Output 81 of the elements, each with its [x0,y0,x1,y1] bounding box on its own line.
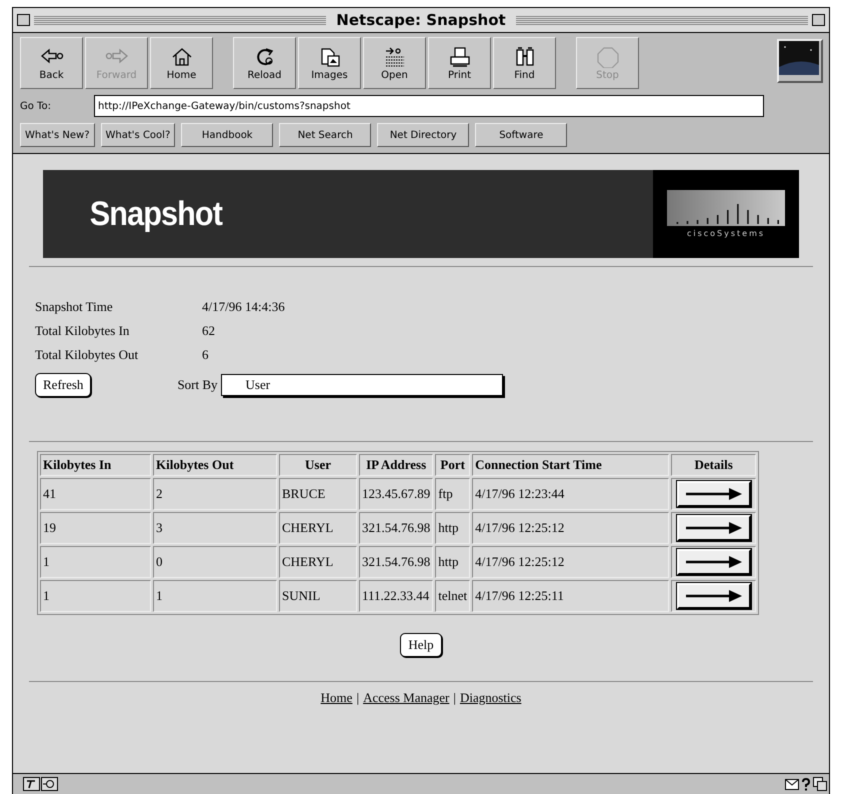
summary-label: Total Kilobytes Out [35,347,140,363]
footer-link[interactable]: Home [320,690,352,706]
help-button[interactable]: Help [400,633,442,657]
column-header: IP Address [359,454,434,476]
table-cell: http [435,546,470,578]
right-arrow-icon [684,521,743,535]
table-cell: 4/17/96 12:25:12 [472,512,670,544]
toolbar-button[interactable]: Home [150,37,213,89]
details-button[interactable] [676,583,751,609]
printer-icon [448,46,472,68]
table-cell: 123.45.67.89 [359,478,434,510]
security-icon [23,777,59,791]
column-header: Details [671,454,756,476]
table-cell: 321.54.76.98 [359,512,434,544]
directory-button[interactable]: Net Directory [377,123,470,147]
table-cell: CHERYL [279,546,357,578]
table-cell: 3 [153,512,277,544]
table-cell: SUNIL [279,580,357,612]
column-header: User [279,454,357,476]
column-header: Connection Start Time [472,454,670,476]
table-cell: 1 [153,580,277,612]
column-header: Kilobytes Out [153,454,277,476]
table-cell: telnet [435,580,470,612]
footer-link[interactable]: Diagnostics [460,690,522,706]
table-cell: 1 [40,546,151,578]
toolbar-button[interactable]: Find [493,37,556,89]
window-title: Netscape: Snapshot [335,11,507,29]
directory-button[interactable]: Handbook [181,123,274,147]
table-cell: 19 [40,512,151,544]
directory-button[interactable]: Software [475,123,568,147]
zoom-box[interactable] [812,14,825,26]
footer-link[interactable]: Access Manager [363,690,450,706]
address-field[interactable]: http://IPeXchange-Gateway/bin/customs?snapshot [94,95,764,117]
toolbar-button[interactable]: Images [298,37,361,89]
table-cell: 321.54.76.98 [359,546,434,578]
summary-value: 62 [202,323,216,339]
table-cell: 4/17/96 12:25:12 [472,546,670,578]
summary-label: Total Kilobytes In [35,323,130,339]
banner-title: Snapshot [88,194,222,234]
summary-value: 6 [202,347,210,363]
table-cell: CHERYL [279,512,357,544]
separator: | [453,690,456,706]
toolbar-button[interactable]: Open [363,37,426,89]
table-cell: 2 [153,478,277,510]
right-arrow-icon [684,555,743,569]
summary-value: 4/17/96 14:4:36 [202,299,286,315]
details-button[interactable] [676,515,751,541]
directory-button[interactable]: What's New? [20,123,95,147]
directory-button[interactable]: What's Cool? [100,123,176,147]
location-label: Go To: [20,100,52,112]
summary-label: Snapshot Time [35,299,114,315]
mail-icon [785,778,799,790]
logo-text: ciscoSystems [686,229,766,238]
refresh-button[interactable]: Refresh [35,373,92,397]
sort-label: Sort By [177,377,218,393]
toolbar-button[interactable]: Print [428,37,491,89]
right-arrow-icon [684,589,743,603]
details-button[interactable] [676,549,751,575]
table-cell: 41 [40,478,151,510]
close-box[interactable] [17,14,30,26]
toolbar-button[interactable]: Back [20,37,83,89]
table-cell: 0 [153,546,277,578]
table-cell: 1 [40,580,151,612]
sort-select[interactable]: User [220,374,503,396]
right-arrow-icon [684,487,743,501]
directory-button[interactable]: Net Search [279,123,372,147]
table-cell: 111.22.33.44 [359,580,434,612]
waveform-icon [667,190,785,226]
table-cell: ftp [435,478,470,510]
table-cell: 4/17/96 12:23:44 [472,478,670,510]
details-button[interactable] [676,481,751,507]
toolbar-button[interactable]: Reload [233,37,296,89]
netscape-logo [777,39,823,83]
separator: | [356,690,360,706]
table-cell: http [435,512,470,544]
column-header: Kilobytes In [40,454,151,476]
help-icon [802,778,810,790]
stop-icon [596,46,620,68]
column-header: Port [435,454,470,476]
table-cell: BRUCE [279,478,357,510]
table-cell: 4/17/96 12:25:11 [472,580,670,612]
